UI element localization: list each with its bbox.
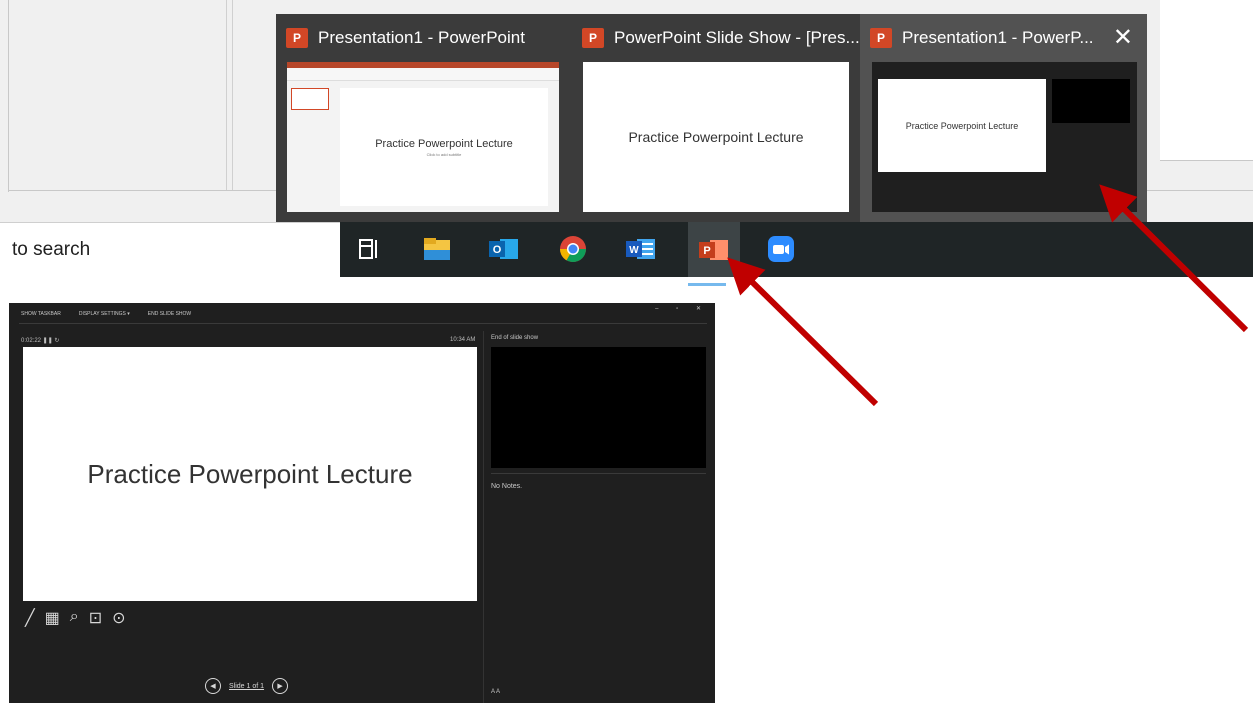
powerpoint-icon: P: [286, 28, 308, 48]
slide-subtitle: Click to add subtitle: [426, 151, 462, 157]
powerpoint-icon: P: [582, 28, 604, 48]
presenter-current-slide: Practice Powerpoint Lecture: [878, 79, 1046, 172]
divider: [491, 473, 706, 474]
editor-preview: Practice Powerpoint Lecture Click to add…: [287, 62, 559, 212]
thumbnail-title-text: PowerPoint Slide Show - [Pres...: [614, 28, 860, 47]
powerpoint-icon: P: [870, 28, 892, 48]
slide-show-preview: Practice Powerpoint Lecture: [583, 62, 849, 212]
file-explorer-icon[interactable]: [418, 230, 456, 268]
slide-title: Practice Powerpoint Lecture: [375, 137, 513, 150]
clock: 10:34 AM: [450, 337, 476, 343]
show-taskbar-button[interactable]: SHOW TASKBAR: [21, 311, 61, 317]
powerpoint-taskbar-button[interactable]: P: [688, 222, 740, 286]
zoom-icon[interactable]: [762, 230, 800, 268]
thumbnail-title-text: Presentation1 - PowerP...: [902, 28, 1094, 47]
font-size-buttons[interactable]: A A: [491, 689, 500, 695]
presenter-next-slide: [1052, 79, 1130, 123]
slide-title: Practice Powerpoint Lecture: [905, 120, 1019, 131]
ribbon: [287, 68, 559, 81]
taskbar-thumbnail-flyout: P Presentation1 - PowerPoint Practice Po…: [276, 14, 1147, 222]
word-letter: W: [629, 245, 639, 256]
search-placeholder: to search: [12, 239, 91, 260]
divider: [226, 0, 227, 190]
ppt-letter: P: [703, 245, 710, 257]
thumbnail-slide-show[interactable]: P PowerPoint Slide Show - [Pres... Pract…: [572, 14, 860, 222]
previous-slide-button[interactable]: ◀: [205, 678, 221, 694]
pen-icon[interactable]: ╱: [25, 608, 35, 628]
outlook-letter: O: [493, 244, 502, 256]
divider: [483, 331, 484, 703]
word-icon[interactable]: W: [622, 230, 660, 268]
window-controls[interactable]: – ▫ ✕: [655, 305, 709, 312]
arrow-to-taskbar-powerpoint: [727, 257, 879, 407]
slide-title: Practice Powerpoint Lecture: [628, 129, 804, 145]
thumbnail-title: P Presentation1 - PowerP...: [870, 28, 1094, 48]
slide-canvas: Practice Powerpoint Lecture Click to add…: [340, 88, 548, 206]
powerpoint-icon: P: [699, 239, 728, 260]
black-screen-icon[interactable]: ⊡: [89, 608, 102, 628]
presenter-tools: ╱ ▦ ⌕ ⊡ ⊙: [25, 608, 126, 628]
divider: [19, 323, 707, 324]
slide-navigation: ◀ Slide 1 of 1 ▶: [205, 678, 289, 694]
slide-thumbnail: [291, 88, 329, 110]
see-all-slides-icon[interactable]: ▦: [45, 608, 60, 628]
divider: [1160, 160, 1253, 161]
next-slide-preview: [491, 347, 706, 468]
slide-counter[interactable]: Slide 1 of 1: [229, 683, 264, 690]
taskbar-search-box[interactable]: to search: [0, 222, 340, 277]
next-slide-label: End of slide show: [491, 335, 539, 341]
thumbnail-presenter-view[interactable]: P Presentation1 - PowerP... ✕ Practice P…: [860, 14, 1147, 222]
end-slide-show-button[interactable]: END SLIDE SHOW: [148, 311, 191, 317]
thumbnail-title: P Presentation1 - PowerPoint: [286, 28, 525, 48]
presenter-view-window: SHOW TASKBAR DISPLAY SETTINGS ▾ END SLID…: [9, 303, 715, 703]
more-options-icon[interactable]: ⊙: [112, 608, 125, 628]
divider: [232, 0, 233, 190]
thumbnail-title-text: Presentation1 - PowerPoint: [318, 28, 525, 47]
speaker-notes: No Notes.: [491, 483, 523, 490]
next-slide-button[interactable]: ▶: [272, 678, 289, 694]
elapsed-timer: 0:02:22 ❚❚ ↻: [21, 338, 60, 344]
divider: [8, 0, 9, 192]
task-view-icon[interactable]: [350, 230, 388, 268]
presenter-toolbar: SHOW TASKBAR DISPLAY SETTINGS ▾ END SLID…: [9, 303, 715, 325]
slide-title: Practice Powerpoint Lecture: [87, 458, 413, 489]
background-pane: [1160, 0, 1253, 160]
current-slide: Practice Powerpoint Lecture: [23, 347, 477, 601]
chrome-icon[interactable]: [554, 230, 592, 268]
zoom-icon[interactable]: ⌕: [70, 608, 79, 628]
close-icon[interactable]: ✕: [1113, 26, 1133, 50]
thumbnail-title: P PowerPoint Slide Show - [Pres...: [582, 28, 860, 48]
thumbnail-powerpoint-editor[interactable]: P Presentation1 - PowerPoint Practice Po…: [276, 14, 572, 222]
outlook-icon[interactable]: O: [485, 230, 523, 268]
taskbar: to search O W P: [0, 222, 1253, 286]
display-settings-button[interactable]: DISPLAY SETTINGS ▾: [79, 311, 130, 317]
presenter-preview: Practice Powerpoint Lecture: [872, 62, 1137, 212]
